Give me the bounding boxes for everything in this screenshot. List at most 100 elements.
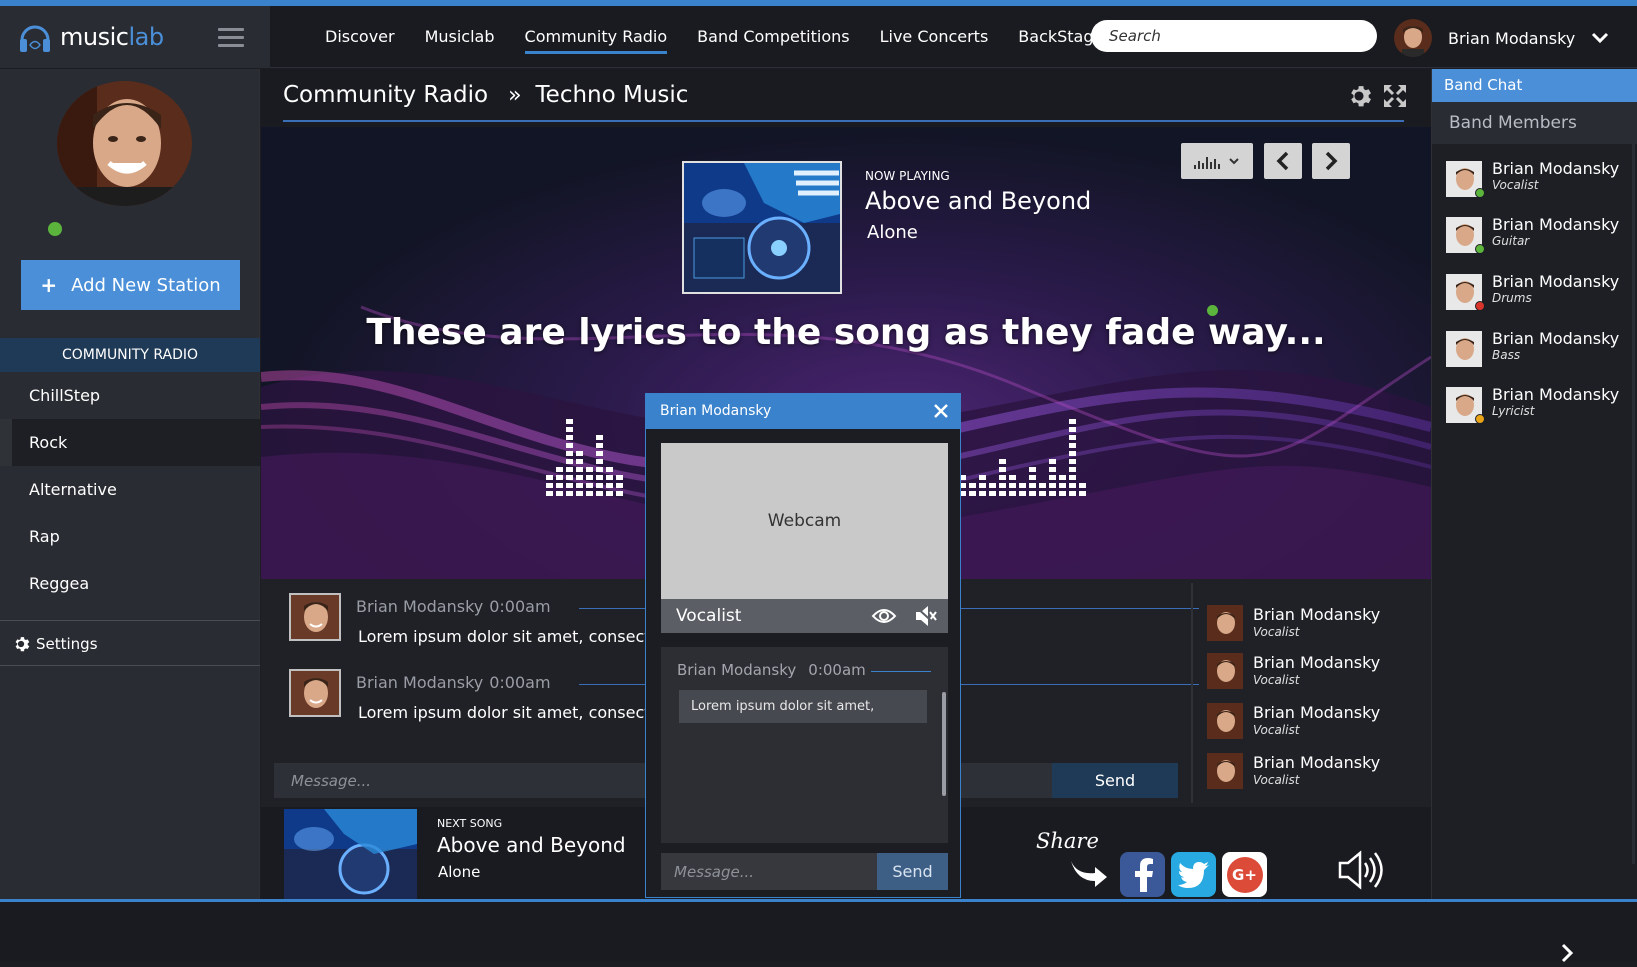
band-panel-scrollbar[interactable] (1632, 144, 1635, 864)
popup-send-button[interactable]: Send (877, 853, 948, 890)
share-label: Share (1036, 829, 1099, 853)
equalizer-bars-right (959, 419, 1086, 496)
member-role: Bass (1492, 348, 1521, 362)
breadcrumb-current: Techno Music (535, 82, 689, 108)
webcam-view: Webcam (661, 443, 948, 599)
member-name: Brian Modansky (1492, 385, 1620, 404)
band-chat-tab[interactable]: Band Chat (1432, 69, 1637, 102)
band-member-item[interactable]: Brian Modansky Lyricist (1446, 385, 1620, 424)
chat-avatar[interactable] (289, 593, 341, 641)
breadcrumb: Community Radio » Techno Music (283, 82, 688, 108)
fullscreen-icon[interactable] (1382, 83, 1408, 109)
now-playing-song: Alone (867, 222, 918, 243)
headphones-logo-icon[interactable] (18, 18, 52, 56)
previous-button[interactable] (1264, 143, 1302, 179)
share-arrow-icon (1071, 861, 1107, 887)
station-item-alternative[interactable]: Alternative (0, 466, 260, 513)
settings-link[interactable]: Settings (12, 635, 98, 653)
hamburger-menu-icon[interactable] (218, 28, 244, 48)
listener-avatar (1207, 703, 1243, 739)
webcam-label: Webcam (767, 511, 842, 531)
nav-musiclab[interactable]: Musiclab (410, 6, 510, 68)
listener-role: Vocalist (1253, 625, 1300, 639)
listener-avatar (1207, 653, 1243, 689)
chat-avatar[interactable] (289, 669, 341, 717)
mute-icon[interactable] (914, 605, 938, 627)
settings-label: Settings (36, 635, 98, 653)
chevron-down-icon[interactable] (1591, 32, 1609, 44)
band-member-item[interactable]: Brian Modansky Vocalist (1446, 159, 1619, 198)
band-member-item[interactable]: Brian Modansky Drums (1446, 272, 1619, 311)
twitter-share-icon[interactable] (1171, 852, 1216, 897)
user-name: Brian Modansky (1448, 28, 1576, 48)
member-avatar (1446, 331, 1482, 367)
chat-author-name[interactable]: Brian Modansky (356, 673, 483, 692)
band-member-item[interactable]: Brian Modansky Bass (1446, 329, 1619, 367)
popup-title: Brian Modansky (660, 403, 772, 419)
breadcrumb-separator: » (508, 82, 522, 108)
popup-chat-author: Brian Modansky 0:00am (677, 661, 866, 679)
popup-chat-line (871, 671, 931, 672)
online-status-dot (48, 222, 62, 236)
main-nav: Discover Musiclab Community Radio Band C… (310, 6, 1118, 68)
nav-live-concerts[interactable]: Live Concerts (865, 6, 1004, 68)
view-controls (1346, 83, 1408, 109)
nav-community-radio[interactable]: Community Radio (510, 6, 683, 68)
search-input[interactable] (1091, 20, 1377, 52)
logo-main-text: music (60, 23, 129, 51)
lyrics-text: These are lyrics to the song as they fad… (366, 312, 1326, 353)
listener-avatar (1207, 605, 1243, 641)
google-plus-share-icon[interactable]: G+ (1222, 852, 1267, 897)
member-role: Drums (1492, 291, 1532, 305)
add-station-label: Add New Station (71, 274, 221, 296)
station-item-chillstep[interactable]: ChillStep (0, 372, 260, 419)
popup-chat: Brian Modansky 0:00am Lorem ipsum dolor s… (661, 647, 948, 843)
user-menu[interactable]: Brian Modansky (1394, 18, 1609, 58)
chat-author-name[interactable]: Brian Modansky (356, 597, 483, 616)
listener-item[interactable]: Brian Modansky Vocalist (1207, 703, 1380, 739)
listener-name: Brian Modansky (1253, 653, 1381, 672)
member-status-dot (1475, 188, 1485, 198)
logo-area: musiclab (0, 6, 270, 68)
nav-band-competitions[interactable]: Band Competitions (682, 6, 864, 68)
eye-icon[interactable] (871, 607, 897, 625)
equalizer-icon (1194, 157, 1239, 169)
chat-time: 0:00am (489, 597, 551, 616)
nav-discover[interactable]: Discover (310, 6, 410, 68)
chevron-right-icon[interactable] (1559, 943, 1575, 963)
close-icon[interactable] (932, 402, 950, 420)
member-status-dot (1475, 414, 1485, 424)
logo-text[interactable]: musiclab (60, 23, 164, 51)
popup-chat-scrollbar[interactable] (942, 692, 946, 796)
volume-speaker-icon[interactable] (1336, 849, 1384, 891)
logo-accent-text: lab (128, 23, 164, 51)
popup-chat-time: 0:00am (808, 661, 866, 679)
listener-avatar (1207, 753, 1243, 789)
facebook-share-icon[interactable] (1120, 852, 1165, 897)
popup-message-input[interactable] (661, 853, 877, 890)
station-item-rock[interactable]: Rock (0, 419, 260, 466)
member-status-dot (1475, 244, 1485, 254)
cam-role-label: Vocalist (676, 606, 742, 626)
breadcrumb-parent[interactable]: Community Radio (283, 82, 488, 108)
next-button[interactable] (1312, 143, 1350, 179)
settings-gear-icon[interactable] (1346, 83, 1372, 109)
listener-name: Brian Modansky (1253, 753, 1381, 772)
station-list: ChillStep Rock Alternative Rap Reggea (0, 372, 260, 607)
band-panel: Band Chat Band Members Brian Modansky Voc… (1431, 69, 1637, 899)
add-new-station-button[interactable]: + Add New Station (21, 260, 240, 310)
chat-text: Lorem ipsum dolor sit amet, consectetu (358, 627, 677, 646)
listener-item[interactable]: Brian Modansky Vocalist (1207, 605, 1380, 641)
app-window: musiclab Discover Musiclab Community Rad… (0, 0, 1637, 967)
profile-avatar[interactable] (57, 81, 192, 206)
left-sidebar: + Add New Station COMMUNITY RADIO ChillSt… (0, 69, 260, 899)
chevron-left-icon (1276, 151, 1289, 171)
popup-chat-user[interactable]: Brian Modansky (677, 661, 796, 679)
equalizer-dropdown[interactable] (1181, 143, 1253, 179)
station-item-rap[interactable]: Rap (0, 513, 260, 560)
chat-send-button[interactable]: Send (1052, 763, 1178, 798)
station-item-reggea[interactable]: Reggea (0, 560, 260, 607)
band-member-item[interactable]: Brian Modansky Guitar (1446, 215, 1619, 254)
listener-item[interactable]: Brian Modansky Vocalist (1207, 753, 1380, 789)
listener-item[interactable]: Brian Modansky Vocalist (1207, 653, 1380, 689)
